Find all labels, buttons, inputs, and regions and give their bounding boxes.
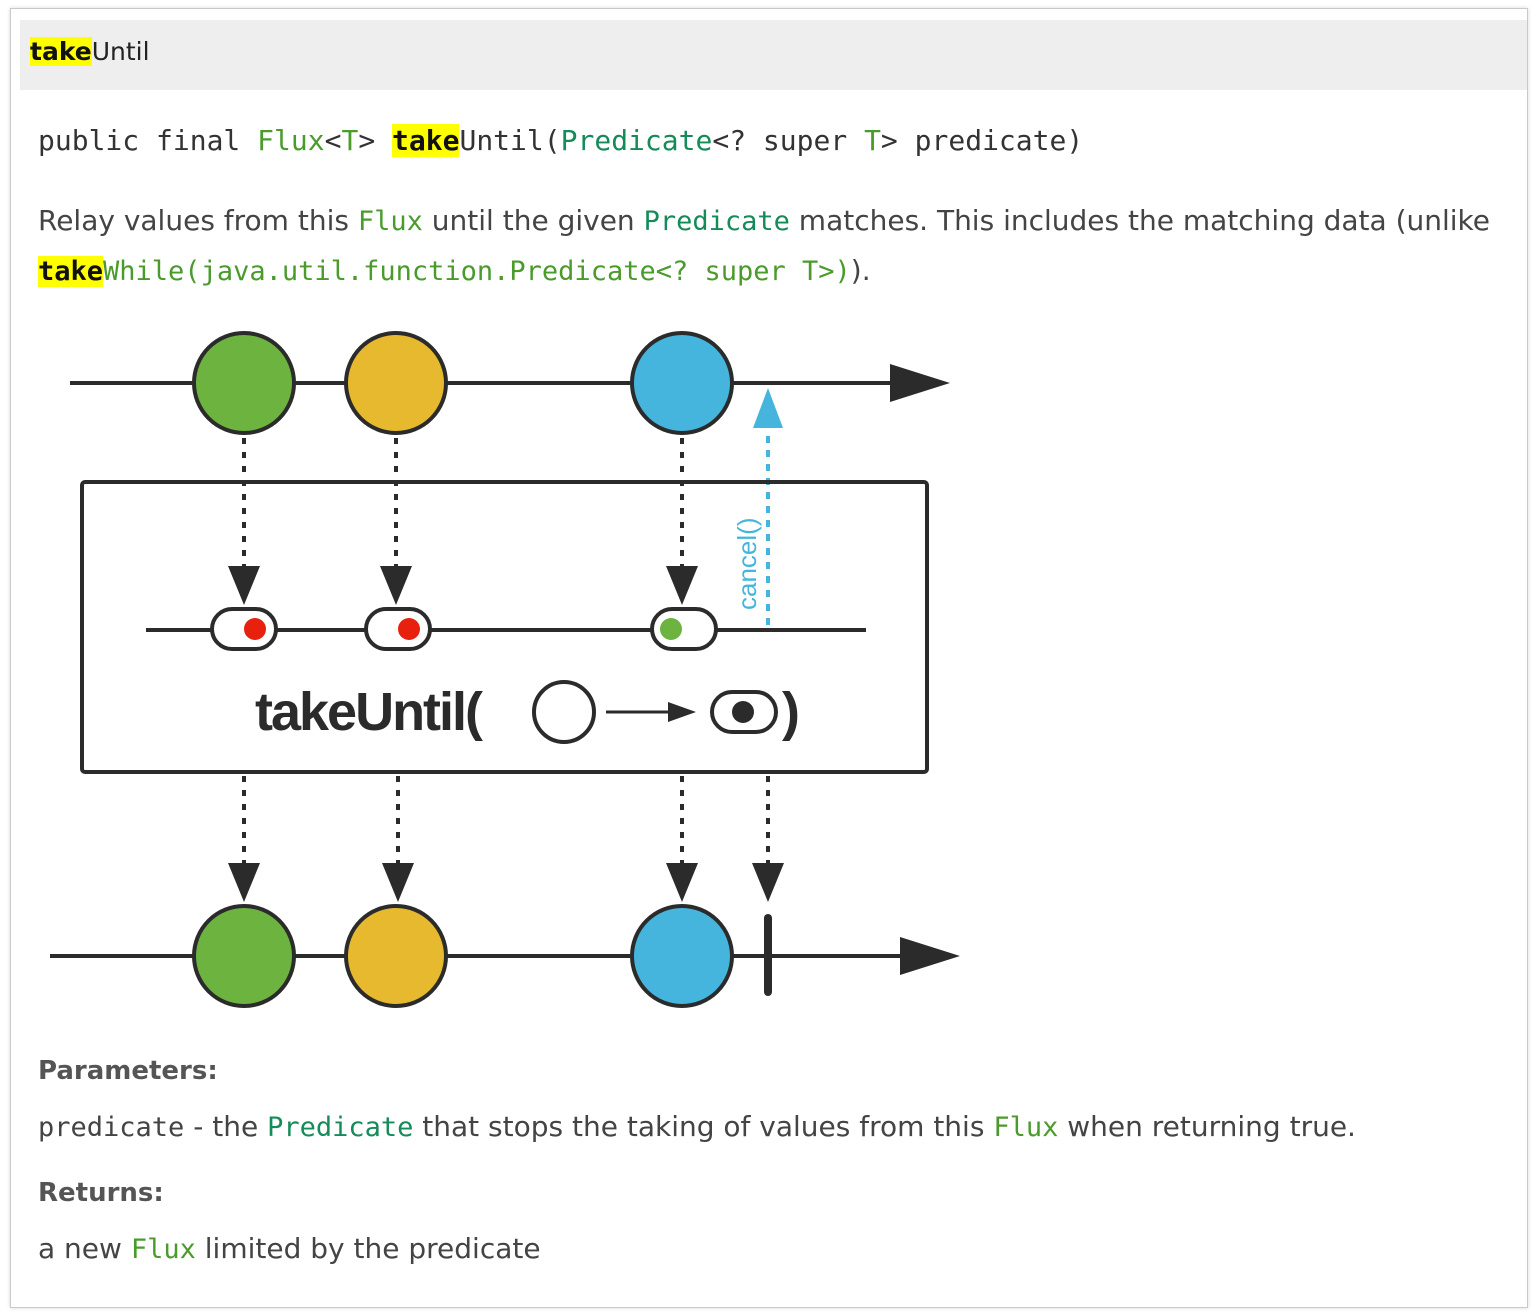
- signature-end: > predicate): [880, 124, 1084, 157]
- operator-box: [80, 480, 929, 774]
- method-title-rest: Until: [91, 37, 150, 66]
- source-marble-yellow: [344, 331, 448, 435]
- signature-highlight: take: [392, 124, 460, 157]
- method-header: takeUntil: [20, 20, 1527, 90]
- predicate-link[interactable]: Predicate: [644, 206, 790, 237]
- predicate-false-dot: [398, 618, 420, 640]
- param-text: that stops the taking of values from thi…: [413, 1110, 994, 1143]
- signature-modifiers: public final: [38, 124, 258, 157]
- param-text-2: when returning true.: [1058, 1110, 1356, 1143]
- signature-name-rest: Until(: [459, 124, 561, 157]
- desc-text-3: matches. This includes the matching data…: [789, 204, 1490, 237]
- source-marble-blue: [630, 331, 734, 435]
- marble-diagram: cancel() takeUntil( ): [50, 331, 960, 1008]
- parameters-label: Parameters:: [38, 1056, 218, 1086]
- source-timeline-arrowhead: [890, 364, 950, 402]
- predicate-true-dot: [660, 618, 682, 640]
- param-flux-link[interactable]: Flux: [993, 1112, 1058, 1143]
- down-arrowhead: [666, 863, 698, 902]
- maps-to-arrowhead: [668, 702, 696, 722]
- down-arrowhead: [666, 566, 698, 605]
- generic-type-link[interactable]: T: [864, 124, 881, 157]
- param-name: predicate: [38, 1112, 185, 1143]
- source-marble-green: [192, 331, 296, 435]
- parameter-description: predicate - the Predicate that stops the…: [38, 1110, 1356, 1143]
- takewhile-highlight[interactable]: take: [38, 256, 104, 287]
- operator-closing-paren: ): [782, 682, 800, 742]
- result-timeline-arrowhead: [900, 937, 960, 975]
- returns-text-1: a new: [38, 1232, 131, 1265]
- true-pill-dot: [732, 701, 754, 723]
- predicate-false-dot: [244, 618, 266, 640]
- result-marble-yellow: [344, 904, 448, 1008]
- operator-label: takeUntil(: [255, 682, 483, 742]
- method-signature: public final Flux<T> takeUntil(Predicate…: [38, 124, 1083, 157]
- result-marble-blue: [630, 904, 734, 1008]
- returns-text-2: limited by the predicate: [195, 1232, 541, 1265]
- cancel-label: cancel(): [732, 518, 762, 610]
- desc-text-1: Relay values from this: [38, 204, 358, 237]
- returns-label: Returns:: [38, 1178, 164, 1208]
- down-arrowhead: [228, 863, 260, 902]
- search-highlight: take: [30, 37, 92, 66]
- param-dash: - the: [184, 1110, 268, 1143]
- down-arrowhead: [752, 863, 784, 902]
- desc-text-2: until the given: [422, 204, 644, 237]
- down-arrowhead: [380, 566, 412, 605]
- signature-lt: <: [324, 124, 342, 157]
- returns-flux-link[interactable]: Flux: [131, 1234, 196, 1265]
- returns-description: a new Flux limited by the predicate: [38, 1232, 541, 1265]
- down-arrowhead: [228, 566, 260, 605]
- flux-link[interactable]: Flux: [358, 206, 423, 237]
- takewhile-link[interactable]: While(java.util.function.Predicate<? sup…: [103, 256, 851, 287]
- result-marble-green: [192, 904, 296, 1008]
- cancel-arrowhead: [753, 388, 783, 428]
- down-arrowhead: [382, 863, 414, 902]
- signature-generic: <? super: [712, 124, 865, 157]
- return-type-link[interactable]: Flux: [257, 124, 324, 157]
- signature-gt: >: [358, 124, 393, 157]
- type-param-link[interactable]: T: [341, 124, 358, 157]
- method-description: Relay values from this Flux until the gi…: [38, 196, 1508, 296]
- input-element-icon: [532, 680, 596, 744]
- desc-text-4: ).: [850, 254, 871, 287]
- param-predicate-link[interactable]: Predicate: [267, 1112, 413, 1143]
- param-type-link[interactable]: Predicate: [561, 124, 713, 157]
